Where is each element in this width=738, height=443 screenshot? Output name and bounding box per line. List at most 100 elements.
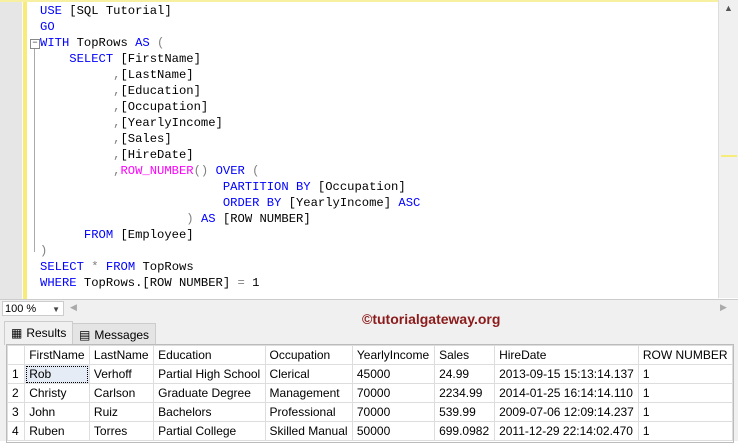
table-cell[interactable]: Skilled Manual <box>264 421 353 441</box>
scroll-up-icon[interactable]: ▲ <box>724 3 733 13</box>
code-token: [Employee] <box>113 228 194 242</box>
table-row[interactable]: 1 Rob Verhoff Partial High School Clerical 45… <box>6 364 734 384</box>
table-cell[interactable]: 2009-07-06 12:09:14.237 <box>494 402 639 422</box>
grid-icon: ▦ <box>11 326 23 340</box>
code-token: AS <box>135 36 150 50</box>
code-token: GO <box>40 20 55 34</box>
scroll-left-icon[interactable]: ◀ <box>70 302 77 313</box>
code-token: 1 <box>244 276 260 290</box>
editor-gutter <box>0 2 22 300</box>
table-cell[interactable]: 699.0982 <box>434 421 496 441</box>
row-number-cell[interactable]: 1 <box>6 364 26 384</box>
table-cell[interactable]: Partial High School <box>153 364 266 384</box>
collapse-icon[interactable]: − <box>30 39 40 49</box>
code-token: ) <box>186 212 194 226</box>
code-token: AS <box>200 212 216 226</box>
table-cell[interactable]: 1 <box>637 402 734 422</box>
code-line: ) <box>40 243 420 259</box>
table-row[interactable]: 4 Ruben Torres Partial College Skilled Manua… <box>6 421 734 441</box>
table-cell[interactable]: 70000 <box>351 402 436 422</box>
table-cell[interactable]: 2014-01-25 16:14:14.110 <box>494 383 639 403</box>
column-header[interactable]: LastName <box>88 345 155 365</box>
scroll-right-icon[interactable]: ▶ <box>720 302 727 313</box>
column-header[interactable]: ROW NUMBER <box>637 345 734 365</box>
table-cell[interactable]: Ruiz <box>88 402 155 422</box>
table-cell[interactable]: Professional <box>264 402 353 422</box>
table-cell[interactable]: Christy <box>24 383 90 403</box>
table-cell[interactable]: Rob <box>24 364 90 384</box>
table-cell[interactable]: Management <box>264 383 353 403</box>
table-cell[interactable]: 24.99 <box>434 364 496 384</box>
column-header[interactable]: Occupation <box>264 345 353 365</box>
table-cell[interactable]: 70000 <box>351 383 436 403</box>
code-line: SELECT * FROM TopRows <box>40 259 420 275</box>
code-token: [Occupation] <box>120 100 209 114</box>
table-cell[interactable]: 2234.99 <box>434 383 496 403</box>
table-cell[interactable]: 1 <box>637 364 734 384</box>
table-cell[interactable]: Verhoff <box>88 364 155 384</box>
row-number-cell[interactable]: 4 <box>6 421 26 441</box>
table-row[interactable]: 2 Christy Carlson Graduate Degree Management… <box>6 383 734 403</box>
row-number-cell[interactable]: 3 <box>6 402 26 422</box>
code-text[interactable]: USE [SQL Tutorial] GO WITH TopRows AS ( SE… <box>40 3 420 291</box>
table-cell[interactable]: 539.99 <box>434 402 496 422</box>
code-token: ) <box>40 244 48 258</box>
tab-results[interactable]: ▦ Results <box>4 321 74 345</box>
column-header[interactable]: Education <box>153 345 266 365</box>
fold-line <box>34 49 35 252</box>
table-cell[interactable]: Carlson <box>88 383 155 403</box>
table-cell[interactable]: Ruben <box>24 421 90 441</box>
query-editor[interactable]: − USE [SQL Tutorial] GO WITH TopRows AS ( … <box>0 0 718 300</box>
tab-messages[interactable]: ▤ Messages <box>72 323 157 345</box>
table-row[interactable]: 3 John Ruiz Bachelors Professional 70000 539.9… <box>6 402 734 422</box>
table-cell[interactable]: Clerical <box>264 364 353 384</box>
table-cell[interactable]: 50000 <box>351 421 436 441</box>
column-header[interactable]: HireDate <box>494 345 639 365</box>
table-cell[interactable]: Torres <box>88 421 155 441</box>
table-cell[interactable]: 1 <box>637 383 734 403</box>
messages-icon: ▤ <box>79 328 91 342</box>
table-cell[interactable]: John <box>24 402 90 422</box>
table-cell[interactable]: 2011-12-29 22:14:02.470 <box>494 421 639 441</box>
results-grid[interactable]: FirstName LastName Education Occupation Year… <box>6 344 734 443</box>
code-line: FROM [Employee] <box>40 227 420 243</box>
code-line: WHERE TopRows.[ROW NUMBER] = 1 <box>40 275 420 291</box>
code-line: ,[LastName] <box>40 67 420 83</box>
code-token: TopRows <box>135 260 194 274</box>
code-token: WHERE <box>40 276 77 290</box>
code-token: = <box>237 276 245 290</box>
code-token: ROW_NUMBER <box>120 164 194 178</box>
code-token: OVER <box>215 164 245 178</box>
column-header[interactable] <box>6 345 26 365</box>
zoom-select[interactable]: 100 % ▼ <box>2 301 64 316</box>
table-cell[interactable]: 45000 <box>351 364 436 384</box>
code-token: [ROW NUMBER] <box>215 212 311 226</box>
code-line: ,[Occupation] <box>40 99 420 115</box>
table-cell[interactable]: Partial College <box>153 421 266 441</box>
column-header[interactable]: FirstName <box>24 345 90 365</box>
table-cell[interactable]: 2013-09-15 15:13:14.137 <box>494 364 639 384</box>
code-token: () <box>193 164 209 178</box>
code-token: [FirstName] <box>113 52 201 66</box>
row-number-cell[interactable]: 2 <box>6 383 26 403</box>
table-cell[interactable]: Bachelors <box>153 402 266 422</box>
code-token: [SQL Tutorial] <box>61 4 172 18</box>
code-token: [LastName] <box>120 68 194 82</box>
code-line: ,[HireDate] <box>40 147 420 163</box>
table-cell[interactable]: Graduate Degree <box>153 383 266 403</box>
code-line: USE [SQL Tutorial] <box>40 3 420 19</box>
vertical-scrollbar[interactable]: ▲ <box>718 0 738 298</box>
table-cell[interactable]: 1 <box>637 421 734 441</box>
code-token: [Education] <box>120 84 201 98</box>
column-header[interactable]: Sales <box>434 345 496 365</box>
column-header[interactable]: YearlyIncome <box>351 345 436 365</box>
